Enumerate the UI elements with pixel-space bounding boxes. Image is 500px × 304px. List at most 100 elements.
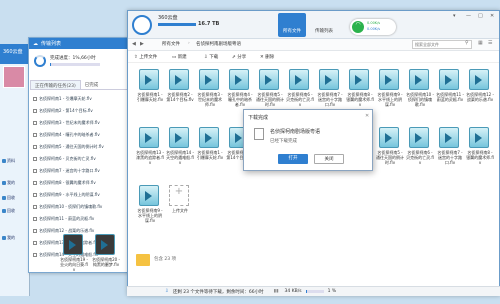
file-tile[interactable]: 名侦探柯南9 - 水平线上的阴谋.flv bbox=[136, 185, 164, 237]
file-name: 名侦探柯南9 - 水平线上的阴谋.flv bbox=[377, 92, 403, 107]
file-tile[interactable]: 名侦探柯南1 - 引爆摩天轮.flv bbox=[196, 127, 224, 179]
tab-transfer-list[interactable]: 传输列表 bbox=[310, 13, 338, 37]
file-tile[interactable]: 名侦探柯南1 - 引爆摩天轮.flv bbox=[136, 69, 164, 121]
file-icon bbox=[33, 169, 37, 173]
video-icon bbox=[63, 234, 83, 255]
file-tile[interactable]: 名侦探柯南3 - 世纪末的魔术师.flv bbox=[196, 69, 224, 121]
status-progress-bar bbox=[305, 290, 324, 293]
tab-in-progress[interactable]: 正在传输的任务(23) bbox=[30, 80, 81, 89]
close-button[interactable]: 关闭 bbox=[314, 154, 344, 164]
view-toggle-icon[interactable]: ▦ bbox=[478, 40, 483, 46]
list-item[interactable]: 名侦探柯南5 - 通往天国的倒计时.flv bbox=[33, 142, 131, 152]
file-tile[interactable]: 名侦探柯南11 - 蔚蓝的灵柩.flv bbox=[436, 69, 464, 121]
download-complete-dialog: 下载完成 ✕ 名侦探柯南剧场版粤语 已经下载完成 打开 关闭 bbox=[243, 109, 373, 171]
list-item[interactable]: 名侦探柯南3 - 世纪末的魔术师.flv bbox=[33, 118, 131, 128]
quota-bar bbox=[158, 23, 196, 26]
video-icon bbox=[469, 69, 489, 90]
file-icon bbox=[254, 128, 264, 140]
file-tile[interactable]: 名侦探柯南7 - 迷宫的十字路口.flv bbox=[436, 127, 464, 179]
file-name: 名侦探柯南2 - 第14个目标.flv bbox=[166, 92, 194, 102]
video-icon bbox=[409, 69, 429, 90]
video-icon bbox=[199, 127, 219, 148]
video-icon bbox=[259, 69, 279, 90]
forward-icon[interactable]: ▶ bbox=[140, 41, 144, 47]
video-icon bbox=[349, 69, 369, 90]
percent-text: 1 % bbox=[327, 289, 337, 294]
nav-item[interactable]: 回收 bbox=[2, 193, 29, 202]
video-icon bbox=[169, 69, 189, 90]
list-item[interactable]: 名侦探柯南2 - 第14个目标.flv bbox=[33, 106, 131, 116]
delete-button[interactable]: ✕ 删除 bbox=[260, 54, 274, 60]
video-icon bbox=[289, 69, 309, 90]
dialog-close-icon[interactable]: ✕ bbox=[365, 113, 369, 119]
open-button[interactable]: 打开 bbox=[278, 154, 308, 164]
upload-tile[interactable]: + 上传文件 bbox=[166, 185, 194, 237]
file-tile[interactable]: 名侦探柯南14 - 天空的遇难船.flv bbox=[166, 127, 194, 179]
list-item[interactable]: 名侦探柯南9 - 水平线上的阴谋.flv bbox=[33, 190, 131, 200]
breadcrumb-current[interactable]: 名侦探柯南剧场版粤语 bbox=[196, 41, 241, 47]
title-bar: 360云盘 16.7 TB 所有文件 传输列表 ◠ 0.00K/s 0.00K/… bbox=[128, 11, 499, 39]
dialog-message: 已经下载完成 bbox=[270, 139, 297, 144]
video-icon bbox=[95, 234, 115, 255]
tab-completed[interactable]: 已完成 bbox=[81, 80, 103, 89]
nav-item[interactable]: 资料 bbox=[2, 156, 29, 165]
video-icon bbox=[379, 69, 399, 90]
status-bar: ⇩ 还剩 23 个文件等待下载，剩余时间：66小时 ▮▮ 34 KB/s 1 % bbox=[127, 286, 500, 296]
pause-icon[interactable]: ▮▮ bbox=[274, 289, 279, 294]
avatar[interactable] bbox=[3, 66, 25, 88]
wifi-icon: ◠ bbox=[352, 21, 364, 33]
share-button[interactable]: ⇗ 分享 bbox=[232, 54, 246, 60]
speed-widget[interactable]: ◠ 0.00K/s 0.00K/s bbox=[350, 19, 396, 35]
upload-button[interactable]: ⇧ 上传文件 bbox=[134, 54, 157, 60]
file-tile[interactable]: 名侦探柯南5 - 通往天国的倒计时.flv bbox=[376, 127, 404, 179]
list-view-icon[interactable]: ☰ bbox=[488, 40, 492, 46]
file-tile[interactable]: 名侦探柯南9 - 水平线上的阴谋.flv bbox=[376, 69, 404, 121]
file-tile[interactable]: 名侦探柯南10 - 侦探们的镇魂歌.flv bbox=[406, 69, 434, 121]
list-item[interactable]: 名侦探柯南6 - 贝克街的亡灵.flv bbox=[33, 154, 131, 164]
download-button[interactable]: ⇩ 下载 bbox=[204, 54, 218, 60]
file-name: 名侦探柯南9 - 水平线上的阴谋.flv bbox=[137, 208, 163, 223]
tab-all-files[interactable]: 所有文件 bbox=[278, 13, 306, 37]
file-icon bbox=[33, 181, 37, 185]
breadcrumb-root[interactable]: 所有文件 bbox=[162, 41, 180, 47]
maximize-icon[interactable]: □ bbox=[478, 13, 483, 19]
file-tile[interactable]: 名侦探柯南20 - 纯黑的噩梦.flv bbox=[92, 234, 120, 286]
nav-item[interactable]: 回收 bbox=[2, 206, 29, 215]
video-icon bbox=[469, 127, 489, 148]
back-icon[interactable]: ◀ bbox=[132, 41, 136, 47]
list-item[interactable]: 名侦探柯南1 - 引爆摩天轮.flv bbox=[33, 94, 131, 104]
minimize-icon[interactable]: — bbox=[466, 13, 471, 19]
download-arrow-icon: ⇩ bbox=[165, 289, 169, 294]
video-icon bbox=[139, 185, 159, 206]
close-icon[interactable]: ✕ bbox=[490, 13, 494, 19]
speed-text: 34 KB/s bbox=[284, 289, 302, 294]
video-icon bbox=[439, 127, 459, 148]
background-window: 360云盘 资料 我的 回收 回收 我的 bbox=[0, 44, 30, 296]
list-item[interactable]: 名侦探柯南4 - 瞳孔中的暗杀者.flv bbox=[33, 130, 131, 140]
transfer-header: ☁ 传输列表 bbox=[29, 38, 134, 49]
list-item[interactable]: 名侦探柯南7 - 迷宫的十字路口.flv bbox=[33, 166, 131, 176]
file-name: 名侦探柯南1 - 引爆摩天轮.flv bbox=[136, 92, 164, 102]
background-logo: 360云盘 bbox=[3, 49, 23, 55]
transfer-title: 传输列表 bbox=[41, 41, 62, 47]
nav-item[interactable]: 我的 bbox=[2, 233, 29, 242]
video-icon bbox=[139, 69, 159, 90]
file-tile[interactable]: 名侦探柯南8 - 银翼的魔术师.flv bbox=[466, 127, 494, 179]
nav-item[interactable]: 我的 bbox=[2, 178, 29, 187]
list-item[interactable]: 名侦探柯南8 - 银翼的魔术师.flv bbox=[33, 178, 131, 188]
progress-text: 完成进度：1%,66小时 bbox=[50, 56, 96, 61]
file-tile[interactable]: 名侦探柯南19 - 业火的向日葵.flv bbox=[60, 234, 88, 286]
file-tile[interactable]: 名侦探柯南13 - 漆黑的追踪者.flv bbox=[136, 127, 164, 179]
list-item[interactable]: 名侦探柯南10 - 侦探们的镇魂歌.flv bbox=[33, 202, 131, 212]
file-tile[interactable]: 名侦探柯南6 - 贝克街的亡灵.flv bbox=[406, 127, 434, 179]
search-input[interactable] bbox=[412, 40, 472, 49]
new-folder-button[interactable]: ▭ 新建 bbox=[172, 54, 187, 60]
file-tile[interactable]: 名侦探柯南2 - 第14个目标.flv bbox=[166, 69, 194, 121]
file-name: 名侦探柯南7 - 迷宫的十字路口.flv bbox=[437, 150, 463, 165]
list-item[interactable]: 名侦探柯南11 - 蔚蓝的灵柩.flv bbox=[33, 214, 131, 224]
file-name: 名侦探柯南3 - 世纪末的魔术师.flv bbox=[197, 92, 223, 107]
file-icon bbox=[33, 217, 37, 221]
file-tile[interactable]: 名侦探柯南12 - 战栗的乐谱.flv bbox=[466, 69, 494, 121]
file-name: 名侦探柯南11 - 蔚蓝的灵柩.flv bbox=[436, 92, 464, 102]
settings-icon[interactable]: ▾ bbox=[453, 13, 456, 19]
